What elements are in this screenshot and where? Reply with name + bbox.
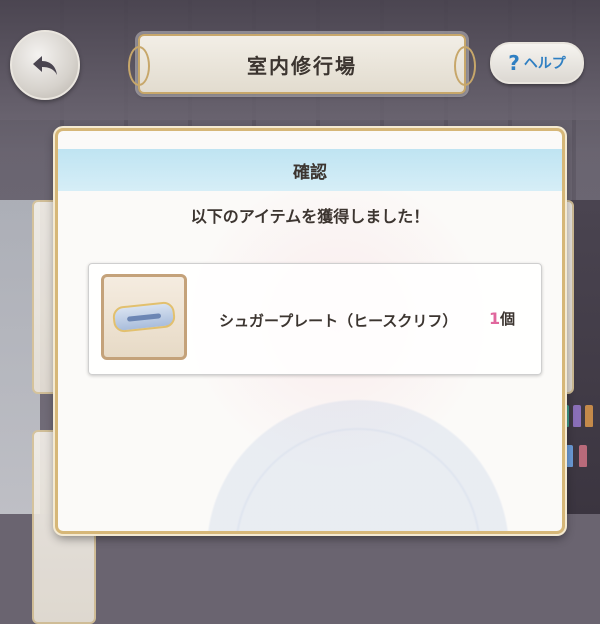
plate-shape <box>111 300 177 334</box>
dialog-title: 確認 <box>293 162 327 183</box>
quantity-unit: 個 <box>500 310 516 328</box>
item-quantity: 1個 <box>489 308 515 329</box>
help-label: ヘルプ <box>523 56 566 72</box>
bottle <box>573 405 581 427</box>
screen-title: 室内修行場 <box>247 53 357 78</box>
confirm-dialog: 確認 以下のアイテムを獲得しました！ シュガープレート（ヒースクリフ） 1個 <box>55 128 565 534</box>
item-name: シュガープレート（ヒースクリフ） <box>219 312 458 330</box>
dialog-header: 確認 <box>58 149 562 191</box>
help-icon: ? <box>508 51 520 75</box>
screen-title-plate: 室内修行場 <box>128 34 476 94</box>
sugar-plate-icon <box>101 274 187 360</box>
back-button[interactable] <box>10 30 80 100</box>
bottle <box>565 445 573 467</box>
bottle <box>579 445 587 467</box>
reward-item-row: シュガープレート（ヒースクリフ） 1個 <box>88 263 542 375</box>
help-button[interactable]: ? ヘルプ <box>490 42 584 84</box>
back-arrow-icon <box>33 56 57 75</box>
bottle <box>585 405 593 427</box>
quantity-number: 1 <box>489 309 501 328</box>
dialog-message: 以下のアイテムを獲得しました！ <box>190 207 430 226</box>
